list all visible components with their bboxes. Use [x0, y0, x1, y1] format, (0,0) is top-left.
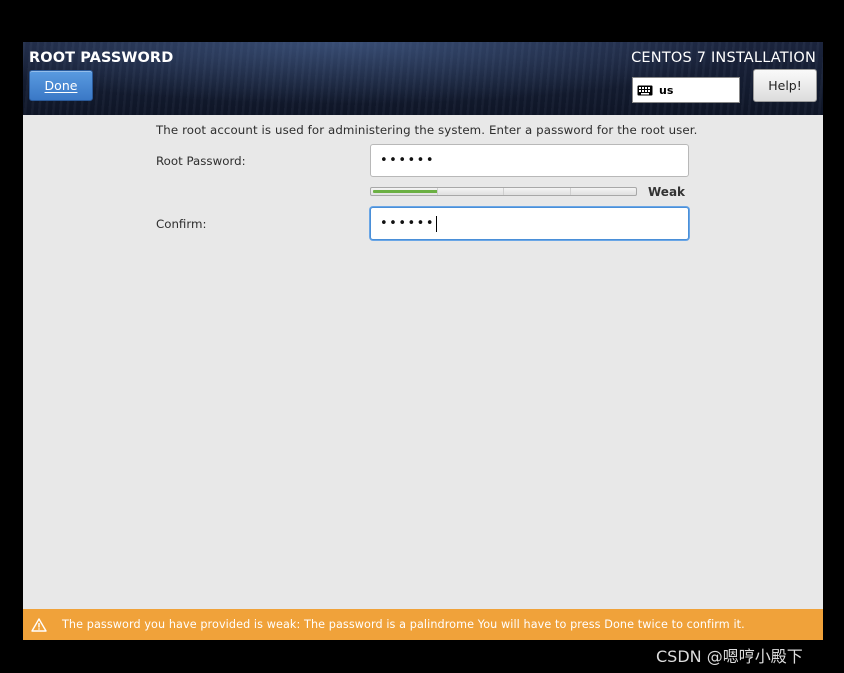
password-strength-label: Weak — [648, 185, 686, 199]
password-strength-bar — [370, 187, 637, 196]
root-password-label: Root Password: — [156, 154, 246, 168]
warning-message: The password you have provided is weak: … — [62, 618, 745, 631]
keyboard-layout-indicator[interactable]: us — [632, 77, 740, 103]
keyboard-icon — [637, 85, 653, 95]
installer-window: ROOT PASSWORD Done CENTOS 7 INSTALLATION… — [23, 42, 823, 640]
confirm-password-field[interactable]: •••••• — [370, 207, 689, 240]
done-button[interactable]: Done — [29, 70, 93, 101]
warning-icon — [31, 617, 47, 632]
root-password-value: •••••• — [380, 153, 436, 168]
password-strength-fill — [373, 190, 438, 193]
text-caret — [436, 215, 438, 232]
confirm-password-value: •••••• — [380, 216, 436, 231]
help-button[interactable]: Help! — [753, 69, 817, 102]
root-password-field[interactable]: •••••• — [370, 144, 689, 177]
done-button-label: Done — [44, 78, 78, 93]
installer-title: CENTOS 7 INSTALLATION — [631, 50, 816, 66]
confirm-label: Confirm: — [156, 217, 207, 231]
description-text: The root account is used for administeri… — [156, 123, 698, 137]
strength-segment-divider — [570, 188, 571, 195]
header-bar: ROOT PASSWORD Done CENTOS 7 INSTALLATION… — [23, 42, 823, 115]
keyboard-layout-label: us — [659, 83, 674, 97]
warning-bar[interactable]: The password you have provided is weak: … — [23, 609, 823, 640]
watermark: CSDN @嗯哼小殿下 — [656, 647, 803, 666]
page-title: ROOT PASSWORD — [29, 50, 174, 66]
strength-segment-divider — [503, 188, 504, 195]
strength-segment-divider — [437, 188, 438, 195]
